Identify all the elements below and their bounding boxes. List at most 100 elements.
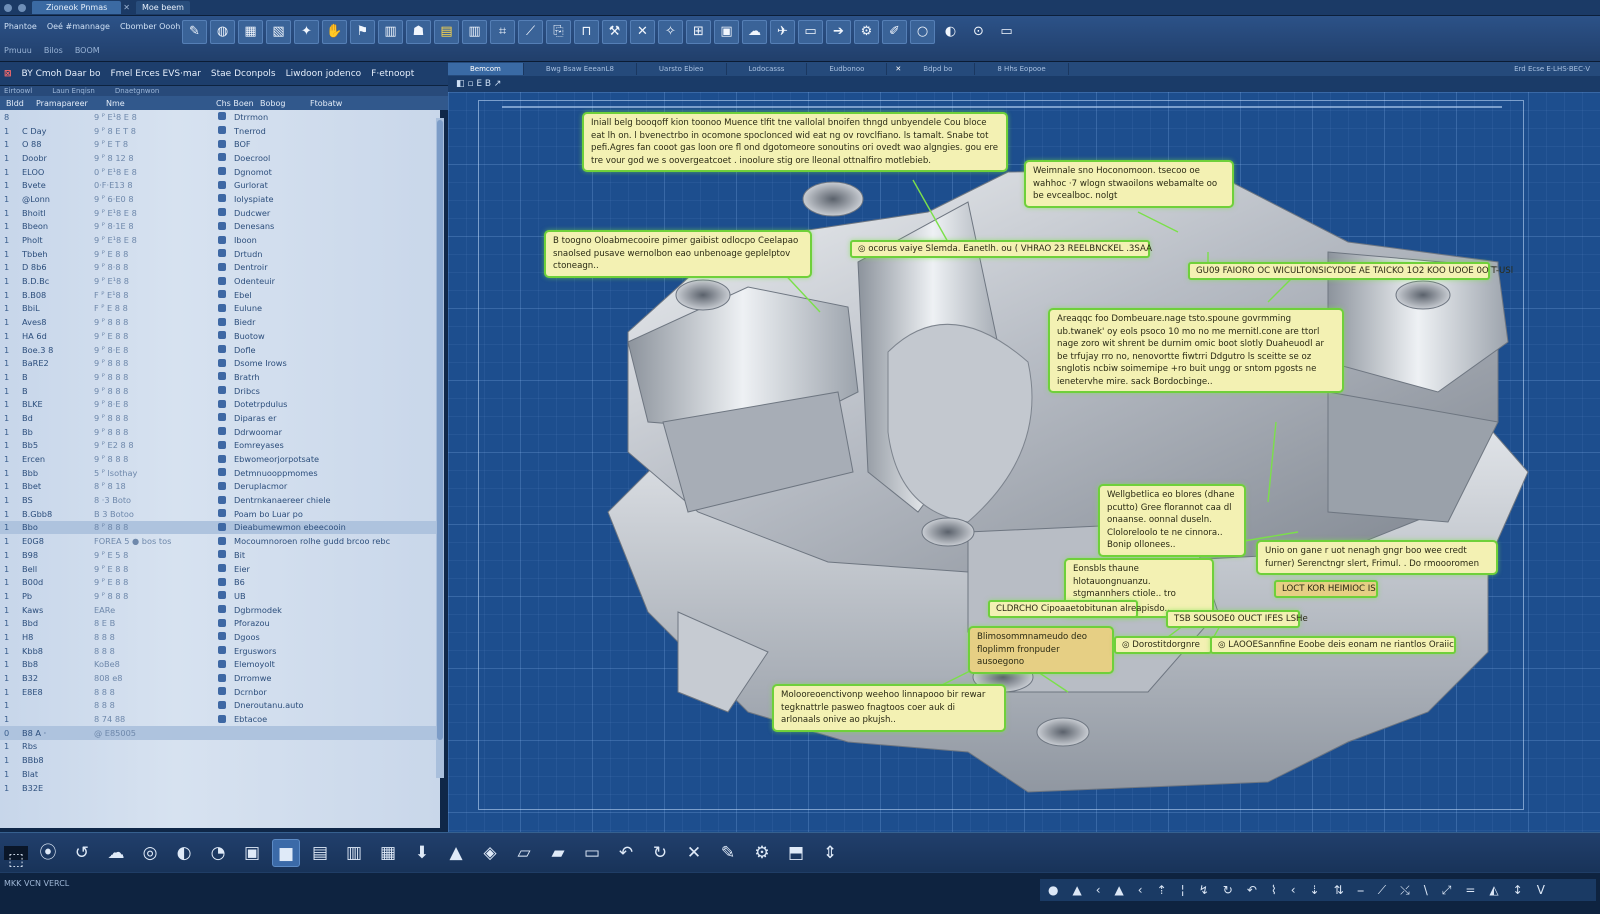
tree-row[interactable]: 1 Ercen 9 ᴾ 8 8 8 Ebwomeorjorpotsate (0, 452, 440, 466)
ribbon-tool-button[interactable]: ➔ (826, 20, 851, 44)
annotation-callout[interactable]: Iniall belg booqoff kion toonoo Muence t… (582, 112, 1008, 172)
tree-row[interactable]: 1 Bbet 8 ᴾ 8 18 Deruplacmor (0, 480, 440, 494)
bottom-tool-button[interactable]: ↻ (646, 839, 674, 867)
tree-row[interactable]: 1 B32E (0, 781, 440, 795)
bottom-tool-button[interactable]: ▦ (374, 839, 402, 867)
submenu-item[interactable]: Pmuuu (4, 46, 32, 55)
tree-row[interactable]: 1 E8E8 8 8 8 Dcrnbor (0, 685, 440, 699)
ribbon-tool-button[interactable]: ⌗ (490, 20, 515, 44)
bottom-tool-button[interactable]: ⬇ (408, 839, 436, 867)
ribbon-tool-button[interactable]: ▣ (714, 20, 739, 44)
tree-row[interactable]: 1 Bhoitl 9 ᴾ E¹8 E 8 Dudcwer (0, 206, 440, 220)
ribbon-tool-button[interactable]: ⎘ (546, 20, 571, 44)
ribbon-tool-button[interactable]: ▧ (266, 20, 291, 44)
panel-close-icon[interactable]: ⊠ (4, 69, 12, 79)
tree-row[interactable]: 1 Bvete 0·F·E13 8 Gurlorat (0, 178, 440, 192)
tree-row[interactable]: 1 8 74 88 Ebtacoe (0, 712, 440, 726)
viewport-tab[interactable]: Bwg Bsaw EeeanL8 (524, 63, 637, 75)
window-control-icon[interactable] (4, 3, 12, 12)
ribbon-tool-button[interactable]: ⟋ (518, 20, 543, 44)
annotation-tag[interactable]: ◎ ocorus vaiye Slemda. Eanetlh. ou ( VHR… (850, 240, 1152, 258)
tree-row[interactable]: 1 8 8 8 Dneroutanu.auto (0, 699, 440, 713)
bottom-tool-button[interactable]: ◐ (170, 839, 198, 867)
status-tool-icon[interactable]: ⇣ (1310, 883, 1320, 897)
document-tab-secondary[interactable]: Moe beem (135, 1, 190, 14)
tab-close-icon[interactable]: ✕ (123, 3, 130, 12)
status-tool-icon[interactable]: = (1465, 883, 1475, 897)
tree-row[interactable]: 1 Doobr 9 ᴾ 8 12 8 Doecrool (0, 151, 440, 165)
bottom-tool-button[interactable]: ✕ (680, 839, 708, 867)
ribbon-tool-button[interactable]: ▭ (798, 20, 823, 44)
status-tool-icon[interactable]: ⇡ (1157, 883, 1167, 897)
ribbon-tool-button[interactable]: ⚑ (350, 20, 375, 44)
column-header[interactable]: Pramapareer (30, 99, 100, 108)
annotation-callout[interactable]: Blimosommnameudo deo floplimm fronpuder … (968, 626, 1114, 674)
column-header[interactable]: Chs Boen (210, 99, 254, 108)
ribbon-tool-button[interactable]: ✕ (630, 20, 655, 44)
status-tool-icon[interactable]: ⎯ (1358, 883, 1364, 898)
tree-row[interactable]: 1 Bell 9 ᴾ E 8 8 Eier (0, 562, 440, 576)
status-tool-icon[interactable]: ◭ (1489, 883, 1498, 897)
annotation-callout[interactable]: B toogno Oloabmecooire pimer gaibist odl… (544, 230, 812, 278)
bottom-tool-button[interactable]: ⬒ (782, 839, 810, 867)
ribbon-tool-button[interactable]: ▥ (378, 20, 403, 44)
tree-row[interactable]: 1 BLKE 9 ᴾ 8·E 8 Dotetrpdulus (0, 397, 440, 411)
model-viewport[interactable]: Iniall belg booqoff kion toonoo Muence t… (448, 92, 1600, 832)
tree-row[interactable]: 1 Rbs (0, 740, 440, 754)
tree-row[interactable]: 1 B 9 ᴾ 8 8 8 Dribcs (0, 384, 440, 398)
tree-row[interactable]: 1 Bbo 8 ᴾ 8 8 8 Dieabumewmon ebeecooin (0, 520, 440, 535)
tree-row[interactable]: 1 C Day 9 ᴾ 8 E T 8 Tnerrod (0, 124, 440, 138)
tree-row[interactable]: 1 B.Gbb8 B 3 Botoo Poam bo Luar po (0, 507, 440, 521)
bottom-tool-button[interactable]: ⦿ (34, 839, 62, 867)
tree-header-item[interactable]: Liwdoon jodenco (286, 69, 362, 79)
tree-row[interactable]: 1 D 8b6 9 ᴾ 8·8 8 Dentroir (0, 261, 440, 275)
status-tool-icon[interactable]: ▲ (1072, 883, 1081, 897)
tree-row[interactable]: 1 B00d 9 ᴾ E 8 8 B6 (0, 575, 440, 589)
ribbon-tool-button[interactable]: ✧ (658, 20, 683, 44)
tree-header-item[interactable]: F·etnoopt (371, 69, 414, 79)
status-tool-icon[interactable]: \ (1424, 883, 1428, 897)
bottom-tool-button[interactable]: ▣ (238, 839, 266, 867)
bottom-tool-button[interactable]: ⇕ (816, 839, 844, 867)
viewport-tab[interactable]: Lodocasss (727, 63, 808, 75)
tree-row[interactable]: 1 Kbb8 8 8 8 Erguswors (0, 644, 440, 658)
ribbon-tool-button[interactable]: ◐ (938, 20, 963, 44)
annotation-callout[interactable]: Unio on gane r uot nenagh gngr boo wee c… (1256, 540, 1498, 575)
ribbon-tool-button[interactable]: ⚒ (602, 20, 627, 44)
bottom-tool-button[interactable]: ▰ (544, 839, 572, 867)
ribbon-tool-button[interactable]: ▤ (434, 20, 459, 44)
annotation-tag[interactable]: ◎ LAOOESannfine Eoobe deis eonam ne rian… (1210, 636, 1456, 654)
viewport-tab[interactable]: Bdpd bo (901, 63, 976, 75)
tree-row[interactable]: 0 B8 A · @ E85005 (0, 725, 440, 740)
tree-row[interactable]: 1 @Lonn 9 ᴾ 6·E0 8 Iolyspiate (0, 192, 440, 206)
tree-row[interactable]: 1 Aves8 9 ᴾ 8 8 8 Biedr (0, 315, 440, 329)
bottom-tool-button[interactable]: ↶ (612, 839, 640, 867)
menu-item[interactable]: Oeé #mannage (47, 22, 110, 31)
bottom-tool-button[interactable]: ↺ (68, 839, 96, 867)
ribbon-tool-button[interactable]: ✐ (882, 20, 907, 44)
status-tool-icon[interactable]: ● (1048, 883, 1058, 897)
viewport-tab[interactable]: 8 Hhs Eopooe (975, 63, 1069, 75)
bottom-tool-button[interactable]: ▲ (442, 839, 470, 867)
status-tool-icon[interactable]: ⇅ (1334, 883, 1344, 897)
bottom-tool-button[interactable]: ⬚ (4, 845, 28, 870)
ribbon-tool-button[interactable]: ▥ (462, 20, 487, 44)
ribbon-tool-button[interactable]: ▭ (994, 20, 1019, 44)
tree-row[interactable]: 1 B32 808 e8 Drromwe (0, 671, 440, 685)
bottom-tool-button[interactable]: ◈ (476, 839, 504, 867)
ribbon-tool-button[interactable]: ✋ (322, 20, 347, 44)
status-tool-icon[interactable]: ⤯ (1400, 883, 1410, 898)
bottom-tool-button[interactable]: ⚙ (748, 839, 776, 867)
column-header[interactable]: Bldd (0, 99, 30, 108)
annotation-callout[interactable]: Molooreoenctivonp weehoo linnapooo bir r… (772, 684, 1006, 732)
tree-row[interactable]: 1 Bd 9 ᴾ 8 8 8 Diparas er (0, 411, 440, 425)
ribbon-tool-button[interactable]: ◍ (210, 20, 235, 44)
tree-header-item[interactable]: Stae Dconpols (211, 69, 276, 79)
tree-row[interactable]: 1 Kaws EARe Dgbrmodek (0, 603, 440, 617)
annotation-callout[interactable]: Wellgbetlica eo blores (dhane pcutto) Gr… (1098, 484, 1246, 557)
tree-row[interactable]: 1 Blat (0, 767, 440, 781)
status-tool-icon[interactable]: ↕ (1513, 883, 1523, 897)
annotation-tag[interactable]: CLDRCHO Cipoaaetobitunan alreapisdo.. (988, 600, 1170, 618)
tree-row[interactable]: 1 BS 8 ·3 Boto Dentrnkanaereer chiele (0, 493, 440, 507)
tree-row[interactable]: 1 ELOO 0 ᴾ E¹8 E 8 Dgnomot (0, 165, 440, 179)
